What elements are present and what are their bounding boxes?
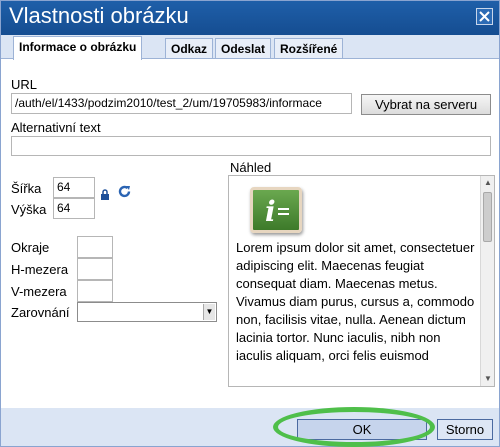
ok-highlight-ring (273, 407, 435, 447)
dialog-titlebar[interactable]: Vlastnosti obrázku (1, 1, 499, 35)
alt-text-input[interactable] (11, 136, 491, 156)
info-icon: i (250, 187, 302, 233)
vspace-input[interactable] (77, 280, 113, 302)
tab-upload[interactable]: Odeslat (215, 38, 272, 59)
preview-scrollbar[interactable]: ▲ ▼ (480, 176, 494, 386)
refresh-icon[interactable] (117, 184, 132, 202)
chevron-down-icon[interactable]: ▼ (203, 304, 215, 320)
scroll-thumb[interactable] (483, 192, 492, 242)
tab-link[interactable]: Odkaz (165, 38, 214, 59)
url-label: URL (11, 77, 38, 92)
width-label: Šířka (11, 181, 42, 196)
border-label: Okraje (11, 240, 50, 255)
image-info-panel: URL /auth/el/1433/podzim2010/test_2/um/1… (1, 58, 499, 408)
scroll-up-icon[interactable]: ▲ (482, 177, 494, 189)
alt-text-label: Alternativní text (11, 120, 101, 135)
url-input[interactable]: /auth/el/1433/podzim2010/test_2/um/19705… (11, 93, 352, 114)
lock-icon[interactable] (100, 188, 110, 203)
svg-text:i: i (265, 195, 276, 227)
tab-label: Odkaz (171, 42, 208, 56)
image-properties-dialog: Vlastnosti obrázku Informace o obrázku O… (0, 0, 500, 447)
tab-advanced[interactable]: Rozšířené (274, 38, 344, 59)
align-label: Zarovnání (11, 305, 70, 320)
preview-text: Lorem ipsum dolor sit amet, consectetuer… (236, 240, 475, 363)
tab-label: Informace o obrázku (19, 40, 137, 54)
hspace-label: H-mezera (11, 262, 69, 277)
dialog-title: Vlastnosti obrázku (9, 3, 189, 28)
vspace-label: V-mezera (11, 284, 67, 299)
hspace-input[interactable] (77, 258, 113, 280)
tab-label: Rozšířené (280, 42, 338, 56)
border-input[interactable] (77, 236, 113, 258)
preview-box: i Lorem ipsum dolor sit amet, consectetu… (228, 175, 495, 387)
close-icon[interactable] (476, 8, 493, 25)
scroll-down-icon[interactable]: ▼ (482, 373, 494, 385)
width-input[interactable]: 64 (53, 177, 95, 198)
cancel-button[interactable]: Storno (437, 419, 493, 440)
preview-label: Náhled (230, 160, 272, 175)
tab-bar: Informace o obrázku Odkaz Odeslat Rozšíř… (1, 35, 499, 60)
align-select[interactable]: ▼ (77, 302, 217, 322)
browse-server-button[interactable]: Vybrat na serveru (361, 94, 491, 115)
preview-content: i Lorem ipsum dolor sit amet, consectetu… (236, 187, 480, 365)
height-input[interactable]: 64 (53, 198, 95, 219)
height-label: Výška (11, 202, 47, 217)
tab-label: Odeslat (221, 42, 266, 56)
tab-image-info[interactable]: Informace o obrázku (13, 36, 143, 60)
